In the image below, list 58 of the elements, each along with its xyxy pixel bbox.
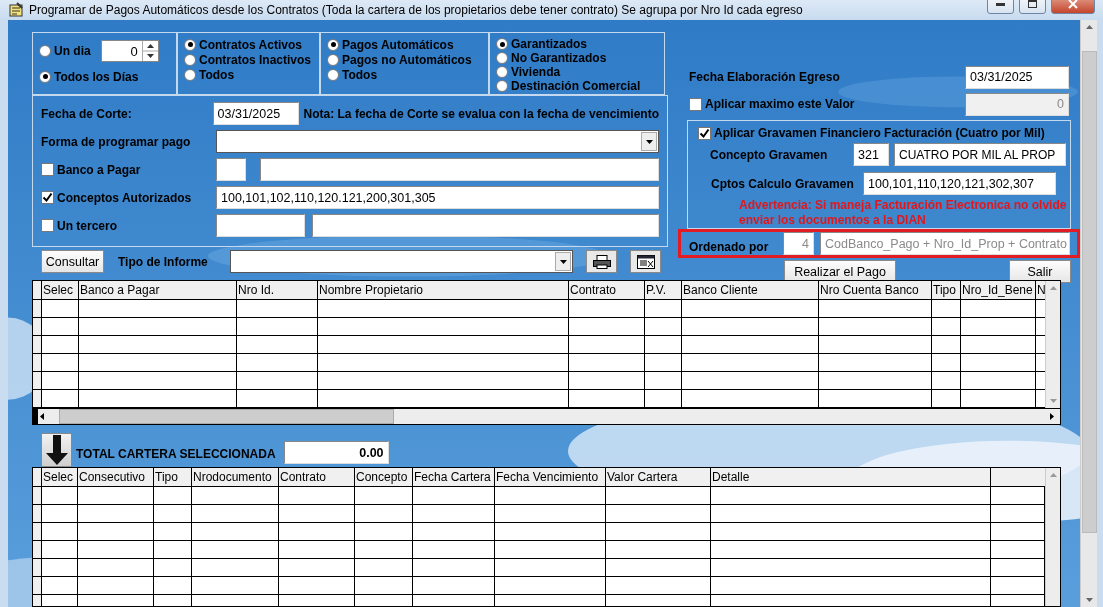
column-header[interactable]: Fecha Vencimiento	[495, 468, 606, 487]
column-header[interactable]: Valor Cartera	[606, 468, 711, 487]
text-field[interactable]: CodBanco_Pago + Nro_Id_Prop + Contrato	[820, 232, 1070, 255]
date-field[interactable]: 03/31/2025	[212, 102, 299, 125]
radio-option[interactable]: Todos	[327, 67, 482, 82]
column-header[interactable]: Nrodocumento	[192, 468, 279, 487]
field-label: Fecha de Corte:	[41, 106, 132, 121]
note-text: Nota: La fecha de Corte se evalua con la fecha de vencimiento	[303, 106, 659, 121]
column-header[interactable]: P.V.	[645, 281, 682, 300]
column-header[interactable]: Consecutivo	[78, 468, 154, 487]
radio-option[interactable]: Garantizados	[496, 37, 658, 51]
column-header[interactable]: Nro Id.	[237, 281, 318, 300]
field-label: Aplicar Gravamen Financiero Facturación (Cuatro por Mil)	[714, 126, 1045, 140]
field-label: Concepto Gravamen	[709, 147, 829, 162]
column-header[interactable]: Tipo	[154, 468, 192, 487]
date-field[interactable]: 03/31/2025	[965, 65, 1069, 89]
column-header[interactable]: Detalle	[711, 468, 991, 487]
radio-option[interactable]: No Garantizados	[496, 51, 658, 65]
column-header[interactable]: Banco a Pagar	[79, 281, 237, 300]
column-header[interactable]: Fecha Cartera	[413, 468, 495, 487]
column-header[interactable]: Nombre Propietario	[318, 281, 569, 300]
window-title: Programar de Pagos Automáticos desde los Contratos (Toda la cartera de los propietarios debe tener contrato) Se agrupa por Nro Id cada egreso	[29, 3, 804, 17]
field-label: Cptos Calculo Gravamen	[710, 176, 855, 191]
column-header[interactable]: Contrato	[569, 281, 645, 300]
field-label: Un tercero	[57, 218, 118, 233]
name-field[interactable]: CUATRO POR MIL AL PROP	[894, 143, 1066, 166]
column-header[interactable]: Selec	[42, 468, 78, 487]
total-label: TOTAL CARTERA SELECCIONADA	[76, 447, 276, 461]
radio-option[interactable]: Contratos Inactivos	[184, 52, 313, 67]
column-header[interactable]: Concepto	[355, 468, 413, 487]
column-header[interactable]: Contrato	[279, 468, 355, 487]
warning-text: Advertencia: Si maneja Facturación Electronica no olvide enviar los documentos a la DIAN	[739, 198, 1068, 228]
radio-option[interactable]: Destinación Comercial	[496, 79, 658, 93]
radio-option[interactable]: Todos los Días	[39, 69, 170, 84]
text-field[interactable]: 100,101,110,120,121,302,307	[863, 172, 1056, 195]
field-label: Ordenado por	[689, 239, 770, 254]
text-field[interactable]: 100,101,102,110,120.121,200,301,305	[216, 186, 659, 209]
column-header[interactable]: Tipo	[932, 281, 961, 300]
column-header[interactable]: Banco Cliente	[682, 281, 819, 300]
radio-option[interactable]: Todos	[184, 67, 313, 82]
field-label: Fecha Elaboración Egreso	[689, 70, 840, 84]
number-spinner[interactable]: 0	[100, 40, 159, 62]
field-label: Aplicar maximo este Valor	[705, 97, 855, 111]
column-header[interactable]: Nro Cuenta Banco	[819, 281, 932, 300]
radio-option[interactable]: Contratos Activos	[184, 37, 313, 52]
total-field[interactable]: 0.00	[283, 441, 389, 464]
radio-option[interactable]: Un dia	[39, 43, 91, 59]
field-label: Conceptos Autorizados	[57, 190, 192, 205]
radio-option[interactable]: Pagos no Automáticos	[327, 52, 482, 67]
column-header[interactable]: Selec	[42, 281, 79, 300]
column-header[interactable]: Nro_Id_Bene	[961, 281, 1036, 300]
field-label: Banco a Pagar	[57, 162, 141, 177]
code-field[interactable]: 321	[853, 143, 889, 166]
radio-option[interactable]: Pagos Automáticos	[327, 37, 482, 52]
radio-option[interactable]: Vivienda	[496, 65, 658, 79]
field-label: Forma de programar pago	[41, 134, 191, 149]
field-label: Tipo de Informe	[118, 254, 209, 269]
consultar-button[interactable]: Consultar	[41, 250, 104, 273]
